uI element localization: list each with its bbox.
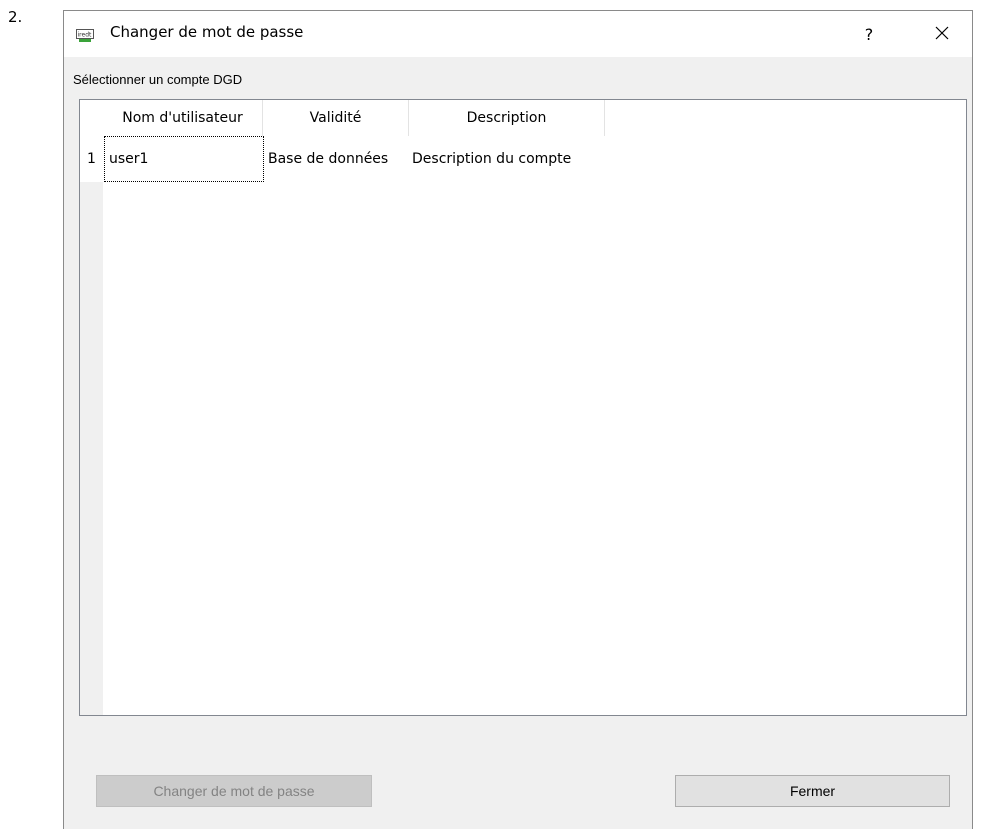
close-window-button[interactable] xyxy=(916,14,968,54)
help-button[interactable]: ? xyxy=(846,14,892,54)
cell-description[interactable]: Description du compte xyxy=(410,136,610,182)
column-header-validity[interactable]: Validité xyxy=(263,100,409,136)
row-number[interactable]: 1 xyxy=(80,136,103,182)
account-group-label: Sélectionner un compte DGD xyxy=(73,72,243,87)
app-icon: iredt xyxy=(76,27,94,42)
close-button[interactable]: Fermer xyxy=(675,775,950,807)
cell-validity[interactable]: Base de données xyxy=(266,136,412,182)
window-title: Changer de mot de passe xyxy=(110,23,304,41)
change-password-dialog: iredt Changer de mot de passe ? Sélectio… xyxy=(63,10,973,829)
table-corner xyxy=(80,100,103,136)
column-header-username[interactable]: Nom d'utilisateur xyxy=(103,100,263,136)
svg-text:iredt: iredt xyxy=(78,32,93,39)
accounts-table[interactable]: Nom d'utilisateur Validité Description 1… xyxy=(79,99,967,716)
close-icon xyxy=(935,25,949,44)
title-bar: iredt Changer de mot de passe ? xyxy=(64,11,972,57)
cell-username[interactable]: user1 xyxy=(104,136,264,182)
row-header-column xyxy=(80,100,103,715)
column-header-description[interactable]: Description xyxy=(409,100,605,136)
step-number: 2. xyxy=(8,8,23,26)
change-password-button[interactable]: Changer de mot de passe xyxy=(96,775,372,807)
